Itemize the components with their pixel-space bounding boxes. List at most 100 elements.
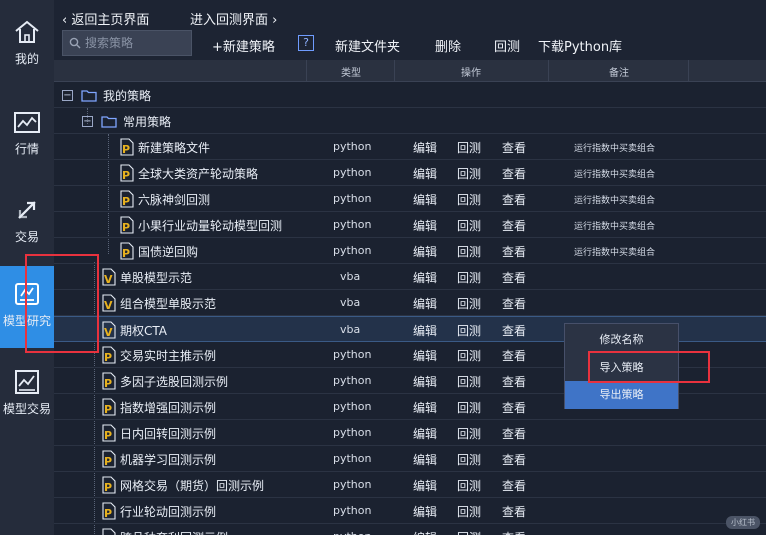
home-icon [15,20,39,43]
collapse-toggle-icon[interactable]: − [82,115,93,127]
view-action[interactable]: 查看 [502,322,526,339]
vba-file-icon: V [102,268,116,286]
import-strategy-menu-item[interactable]: 导入策略 [565,354,678,382]
strategy-note: 运行指数中买卖组合 [574,144,656,154]
table-row[interactable]: P 国债逆回购 python 编辑 回测 查看 运行指数中买卖组合 [54,238,766,264]
backtest-action[interactable]: 回测 [457,529,481,535]
strategy-type: python [333,192,372,205]
vba-file-icon: V [102,321,116,339]
backtest-action[interactable]: 回测 [457,477,481,494]
table-row[interactable]: P 新建策略文件 python 编辑 回测 查看 运行指数中买卖组合 [54,134,766,160]
backtest-action[interactable]: 回测 [457,165,481,182]
folder-label: 我的策略 [103,88,152,103]
view-action[interactable]: 查看 [502,451,526,468]
backtest-button[interactable]: 回测 [494,36,520,55]
help-icon[interactable]: ? [298,35,314,51]
view-action[interactable]: 查看 [502,399,526,416]
view-action[interactable]: 查看 [502,477,526,494]
column-divider [688,60,689,82]
column-header-ops: 操作 [461,68,481,79]
table-row[interactable]: V 组合模型单股示范 vba 编辑 回测 查看 [54,290,766,316]
backtest-action[interactable]: 回测 [457,425,481,442]
collapse-toggle-icon[interactable]: − [62,89,73,101]
sidebar-item-mine[interactable]: 我的 [0,18,54,92]
backtest-action[interactable]: 回测 [457,191,481,208]
table-row[interactable]: V 单股模型示范 vba 编辑 回测 查看 [54,264,766,290]
new-folder-button[interactable]: 新建文件夹 [335,36,400,55]
view-action[interactable]: 查看 [502,165,526,182]
view-action[interactable]: 查看 [502,529,526,535]
view-action[interactable]: 查看 [502,243,526,260]
edit-action[interactable]: 编辑 [413,191,437,208]
edit-action[interactable]: 编辑 [413,425,437,442]
edit-action[interactable]: 编辑 [413,503,437,520]
backtest-action[interactable]: 回测 [457,217,481,234]
sidebar-item-label: 我的 [14,52,39,66]
view-action[interactable]: 查看 [502,347,526,364]
table-row[interactable]: P 日内回转回测示例 python 编辑 回测 查看 [54,420,766,446]
search-box[interactable] [62,30,192,56]
edit-action[interactable]: 编辑 [413,217,437,234]
table-row[interactable]: P 网格交易（期货）回测示例 python 编辑 回测 查看 [54,472,766,498]
view-action[interactable]: 查看 [502,425,526,442]
edit-action[interactable]: 编辑 [413,165,437,182]
backtest-action[interactable]: 回测 [457,269,481,286]
folder-row-my-strategies[interactable]: − 我的策略 [54,82,766,108]
edit-action[interactable]: 编辑 [413,322,437,339]
table-row[interactable]: P 六脉神剑回测 python 编辑 回测 查看 运行指数中买卖组合 [54,186,766,212]
back-home-link[interactable]: ‹ 返回主页界面 [62,9,149,28]
view-action[interactable]: 查看 [502,373,526,390]
edit-action[interactable]: 编辑 [413,243,437,260]
view-action[interactable]: 查看 [502,139,526,156]
sidebar-item-model-trade[interactable]: 模型交易 [0,368,54,442]
left-sidebar: 我的 行情 交易 模型研究 模型交易 [0,0,54,535]
backtest-action[interactable]: 回测 [457,322,481,339]
download-python-button[interactable]: 下载Python库 [538,36,622,55]
backtest-action[interactable]: 回测 [457,347,481,364]
search-input[interactable] [85,36,185,50]
backtest-action[interactable]: 回测 [457,373,481,390]
folder-row-common-strategies[interactable]: − 常用策略 [54,108,766,134]
table-row[interactable]: P 小果行业动量轮动模型回测 python 编辑 回测 查看 运行指数中买卖组合 [54,212,766,238]
table-row[interactable]: P 行业轮动回测示例 python 编辑 回测 查看 [54,498,766,524]
sidebar-item-market[interactable]: 行情 [0,110,54,184]
svg-text:P: P [122,169,130,182]
sidebar-item-model-research[interactable]: 模型研究 [0,266,54,348]
backtest-action[interactable]: 回测 [457,451,481,468]
backtest-action[interactable]: 回测 [457,503,481,520]
backtest-action[interactable]: 回测 [457,295,481,312]
export-strategy-menu-item[interactable]: 导出策略 [565,381,678,409]
delete-button[interactable]: 删除 [435,36,461,55]
backtest-action[interactable]: 回测 [457,139,481,156]
view-action[interactable]: 查看 [502,191,526,208]
table-row[interactable]: P 机器学习回测示例 python 编辑 回测 查看 [54,446,766,472]
chevron-left-icon: ‹ [62,13,72,28]
svg-text:P: P [104,481,112,494]
table-row[interactable]: P 全球大类资产轮动策略 python 编辑 回测 查看 运行指数中买卖组合 [54,160,766,186]
strategy-type: vba [340,323,361,336]
edit-action[interactable]: 编辑 [413,529,437,535]
edit-action[interactable]: 编辑 [413,295,437,312]
strategy-note: 运行指数中买卖组合 [574,248,656,258]
backtest-action[interactable]: 回测 [457,243,481,260]
table-row[interactable]: P 跨品种套利回测示例 python 编辑 回测 查看 [54,524,766,535]
new-strategy-button[interactable]: +新建策略 [212,36,275,55]
column-divider [548,60,549,82]
edit-action[interactable]: 编辑 [413,347,437,364]
view-action[interactable]: 查看 [502,295,526,312]
view-action[interactable]: 查看 [502,217,526,234]
edit-action[interactable]: 编辑 [413,399,437,416]
edit-action[interactable]: 编辑 [413,373,437,390]
backtest-action[interactable]: 回测 [457,399,481,416]
view-action[interactable]: 查看 [502,269,526,286]
edit-action[interactable]: 编辑 [413,269,437,286]
edit-action[interactable]: 编辑 [413,477,437,494]
edit-action[interactable]: 编辑 [413,139,437,156]
view-action[interactable]: 查看 [502,503,526,520]
sidebar-item-trade[interactable]: 交易 [0,196,54,270]
enter-backtest-link[interactable]: 进入回测界面 › [190,9,277,28]
edit-action[interactable]: 编辑 [413,451,437,468]
strategy-name: 跨品种套利回测示例 [120,529,228,535]
strategy-type: python [333,244,372,257]
rename-menu-item[interactable]: 修改名称 [565,326,678,354]
